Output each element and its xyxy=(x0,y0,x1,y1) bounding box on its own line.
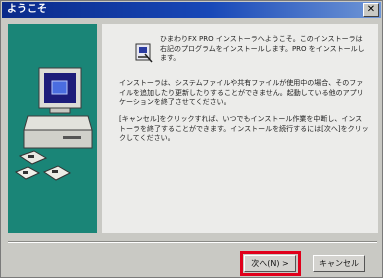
disk-icon xyxy=(18,150,48,165)
welcome-icon xyxy=(135,43,153,63)
close-icon[interactable]: ✕ xyxy=(363,3,379,17)
title-bar[interactable]: ようこそ ✕ xyxy=(2,2,381,18)
cancel-info-text: [キャンセル]をクリックすれば、いつでもインストール作業を中断し、インストーラを… xyxy=(119,115,369,142)
computer-illustration xyxy=(14,67,93,181)
content-panel: ひまわりFX PRO インストーラへようこそ。このインストーラは右記のプログラム… xyxy=(102,24,378,233)
window-title: ようこそ xyxy=(7,4,47,15)
intro-text: ひまわりFX PRO インストーラへようこそ。このインストーラは右記のプログラム… xyxy=(160,35,365,62)
next-button-highlight xyxy=(240,251,301,276)
computer-icon xyxy=(23,67,93,149)
warning-text: インストーラは、システムファイルや共有ファイルが使用中の場合、そのファイルを追加… xyxy=(119,79,364,106)
floppy-icon xyxy=(14,165,72,181)
side-panel xyxy=(8,24,97,233)
button-divider xyxy=(8,241,377,243)
cancel-button[interactable]: キャンセル xyxy=(313,255,365,272)
installer-window: ようこそ ✕ ひまわりFX PRO インストーラへようこそ。このインストーラは右… xyxy=(0,0,383,278)
